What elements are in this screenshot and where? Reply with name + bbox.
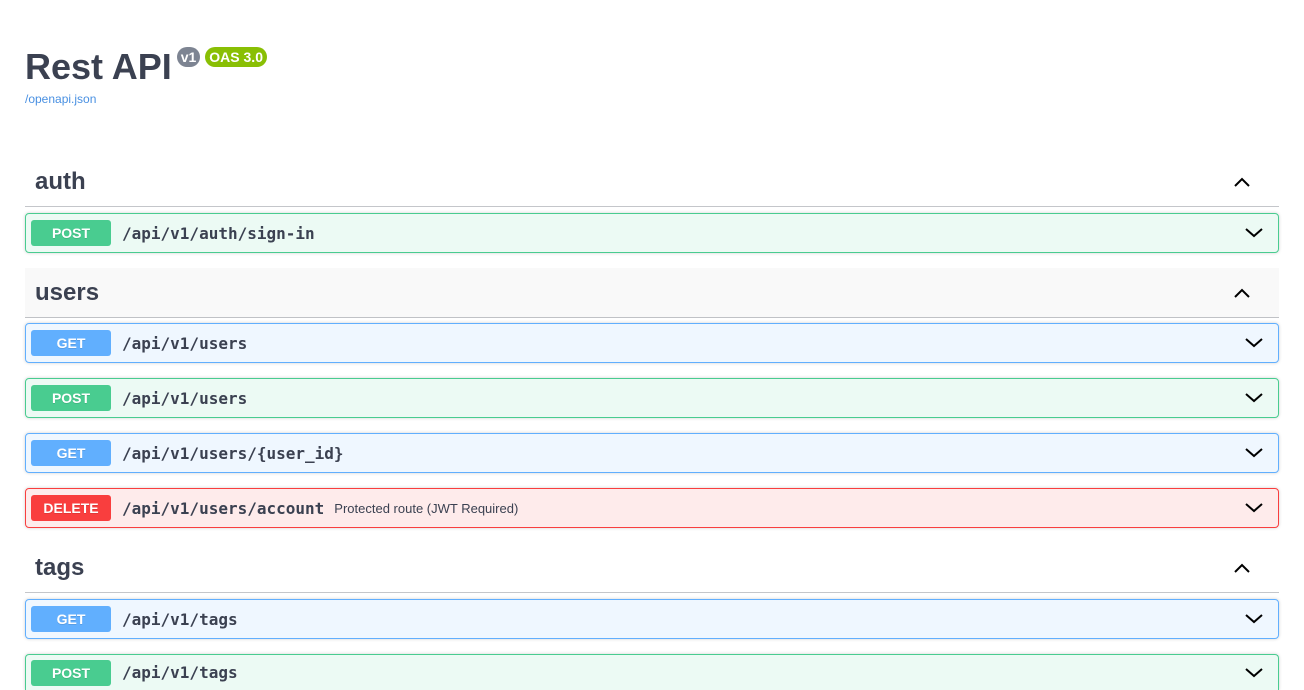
operation-post-users[interactable]: POST /api/v1/users (25, 378, 1279, 418)
operation-path: /api/v1/tags (122, 609, 238, 629)
method-badge: GET (31, 606, 111, 632)
operation-get-users[interactable]: GET /api/v1/users (25, 323, 1279, 363)
chevron-up-icon[interactable] (1227, 553, 1257, 583)
operation-path: /api/v1/users (122, 388, 248, 408)
operation-path: /api/v1/tags (122, 663, 238, 682)
operation-path: /api/v1/users/account (122, 498, 325, 518)
chevron-down-icon[interactable] (1244, 609, 1264, 629)
oas-badge: OAS 3.0 (205, 47, 267, 67)
chevron-down-icon[interactable] (1244, 333, 1264, 353)
tag-name: tags (35, 553, 85, 581)
title-row: Rest API v1 OAS 3.0 (25, 44, 267, 90)
method-badge: POST (31, 220, 111, 246)
operation-path: /api/v1/auth/sign-in (122, 223, 315, 243)
api-title: Rest API (25, 46, 172, 87)
operation-summary: Protected route (JWT Required) (334, 500, 519, 516)
tag-name: auth (35, 167, 86, 195)
operation-path: /api/v1/users/{user_id} (122, 443, 344, 463)
method-badge: POST (31, 385, 111, 411)
method-badge: GET (31, 330, 111, 356)
api-info: Rest API v1 OAS 3.0 /openapi.json (25, 44, 267, 106)
version-badge: v1 (176, 47, 201, 67)
chevron-down-icon[interactable] (1244, 388, 1264, 408)
method-badge: DELETE (31, 495, 111, 521)
chevron-down-icon[interactable] (1244, 663, 1264, 683)
chevron-down-icon[interactable] (1244, 498, 1264, 518)
chevron-down-icon[interactable] (1244, 443, 1264, 463)
operation-post-tags[interactable]: POST /api/v1/tags (25, 654, 1279, 690)
chevron-down-icon[interactable] (1244, 223, 1264, 243)
chevron-up-icon[interactable] (1227, 278, 1257, 308)
openapi-json-link[interactable]: /openapi.json (25, 92, 267, 106)
operation-post-auth-sign-in[interactable]: POST /api/v1/auth/sign-in (25, 213, 1279, 253)
tag-section-users[interactable]: users (25, 268, 1279, 318)
operation-get-user-by-id[interactable]: GET /api/v1/users/{user_id} (25, 433, 1279, 473)
tag-section-auth[interactable]: auth (25, 157, 1279, 207)
chevron-up-icon[interactable] (1227, 167, 1257, 197)
method-badge: GET (31, 440, 111, 466)
operation-path: /api/v1/users (122, 333, 248, 353)
operation-get-tags[interactable]: GET /api/v1/tags (25, 599, 1279, 639)
operation-delete-user-account[interactable]: DELETE /api/v1/users/account Protected r… (25, 488, 1279, 528)
method-badge: POST (31, 659, 111, 686)
tag-section-tags[interactable]: tags (25, 543, 1279, 593)
tag-name: users (35, 278, 100, 306)
